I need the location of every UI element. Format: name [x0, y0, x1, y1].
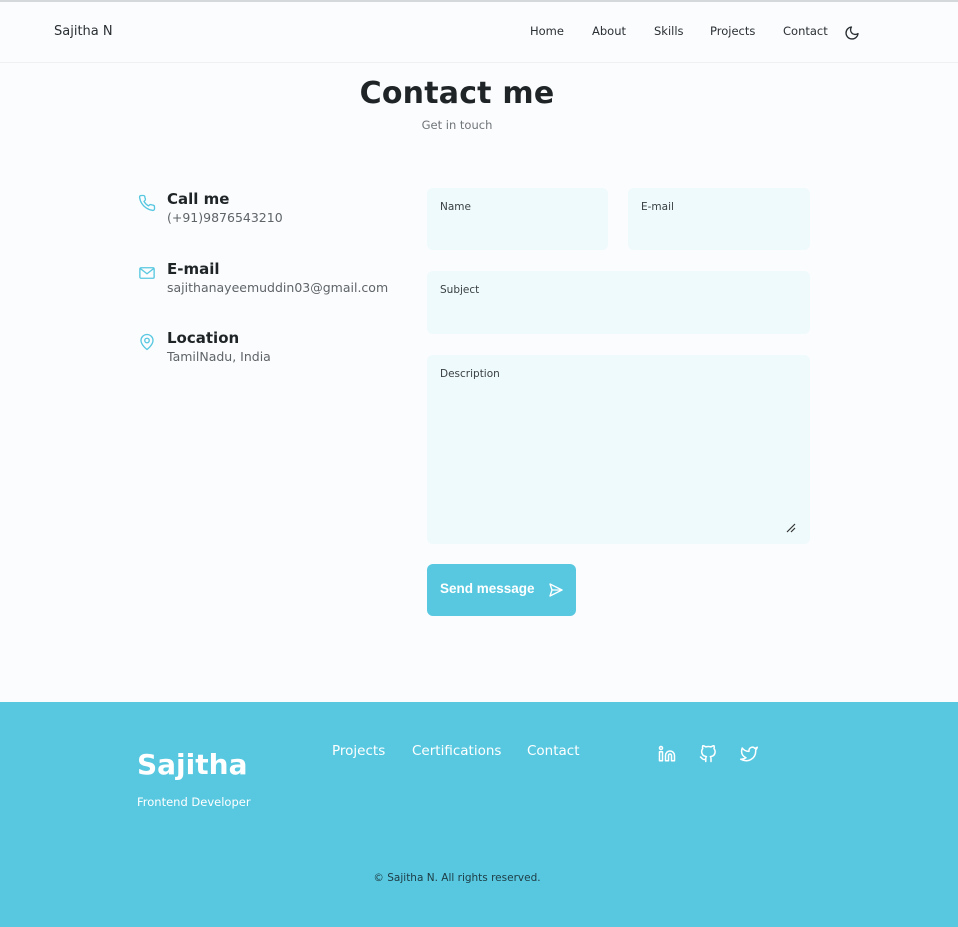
resize-handle-icon[interactable] [786, 523, 796, 533]
description-input[interactable] [427, 355, 810, 544]
info-value: sajithanayeemuddin03@gmail.com [167, 280, 389, 295]
github-icon[interactable] [699, 745, 717, 763]
footer-link-certifications[interactable]: Certifications [412, 743, 501, 759]
info-title: Call me [167, 190, 230, 208]
footer-role: Frontend Developer [137, 795, 251, 809]
email-field: E-mail [628, 188, 810, 250]
info-title: Location [167, 329, 240, 347]
site-footer: Sajitha Frontend Developer Projects Cert… [0, 702, 958, 927]
nav-about[interactable]: About [592, 24, 626, 38]
footer-link-contact[interactable]: Contact [527, 743, 580, 759]
page-title: Contact me [359, 76, 555, 111]
main-nav: Home About Skills Projects Contact [0, 24, 958, 44]
phone-icon [138, 194, 156, 212]
footer-link-projects[interactable]: Projects [332, 743, 385, 759]
nav-contact[interactable]: Contact [783, 24, 828, 38]
email-input[interactable] [628, 188, 810, 250]
location-icon [140, 333, 154, 351]
name-field: Name [427, 188, 608, 250]
moon-icon[interactable] [844, 25, 860, 41]
copyright-text: © Sajitha N. All rights reserved. [373, 872, 541, 884]
name-input[interactable] [427, 188, 608, 250]
nav-home[interactable]: Home [530, 24, 564, 38]
send-button-label: Send message [440, 581, 535, 596]
description-field: Description [427, 355, 810, 544]
footer-name: Sajitha [137, 748, 248, 781]
info-value: (+91)9876543210 [167, 210, 283, 225]
page-subtitle: Get in touch [421, 118, 493, 132]
subject-field: Subject [427, 271, 810, 334]
info-title: E-mail [167, 260, 220, 278]
twitter-icon[interactable] [740, 745, 758, 763]
send-message-button[interactable]: Send message [427, 564, 576, 616]
subject-input[interactable] [427, 271, 810, 334]
site-header: Sajitha N Home About Skills Projects Con… [0, 2, 958, 63]
nav-projects[interactable]: Projects [710, 24, 755, 38]
nav-skills[interactable]: Skills [654, 24, 684, 38]
linkedin-icon[interactable] [658, 745, 676, 763]
mail-icon [139, 267, 155, 279]
send-icon [549, 583, 563, 597]
info-value: TamilNadu, India [167, 349, 271, 364]
